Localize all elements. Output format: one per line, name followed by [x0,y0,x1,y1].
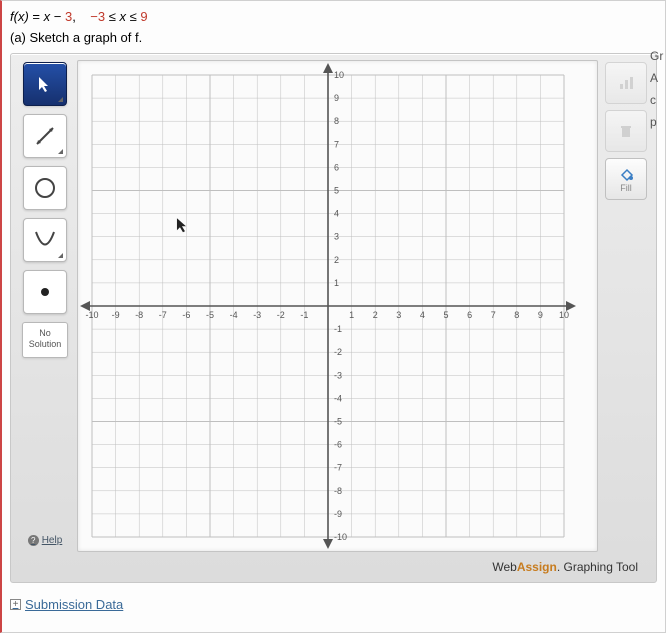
svg-text:8: 8 [514,310,519,320]
svg-text:9: 9 [334,93,339,103]
graph-button[interactable] [605,62,647,104]
circle-tool-button[interactable] [23,166,67,210]
svg-text:-8: -8 [334,486,342,496]
brand-label: WebAssign. Graphing Tool [17,552,650,576]
left-toolbar: No Solution ? Help [17,60,73,552]
svg-text:4: 4 [334,209,339,219]
svg-text:7: 7 [491,310,496,320]
equation: f(x) = x − 3, −3 ≤ x ≤ 9 [10,9,657,24]
svg-text:-10: -10 [85,310,98,320]
svg-text:-3: -3 [334,370,342,380]
svg-text:-10: -10 [334,532,347,542]
svg-text:-7: -7 [334,463,342,473]
svg-text:6: 6 [334,162,339,172]
graph-canvas[interactable]: -10 -9 -8 -7 -6 -5 -4 -3 -2 -1 1 2 3 4 5 6 7 8 9 10 -10 -9 -8 -… [77,60,598,552]
svg-text:4: 4 [420,310,425,320]
svg-text:-5: -5 [334,417,342,427]
trash-icon [618,123,634,139]
svg-text:3: 3 [396,310,401,320]
svg-text:6: 6 [467,310,472,320]
svg-text:-7: -7 [159,310,167,320]
dot-icon [38,285,52,299]
pointer-tool-button[interactable] [23,62,67,106]
svg-text:-5: -5 [206,310,214,320]
svg-text:7: 7 [334,139,339,149]
graph-icon [618,75,634,91]
svg-text:-6: -6 [334,440,342,450]
svg-text:3: 3 [334,232,339,242]
prompt-text: (a) Sketch a graph of f. [10,30,657,45]
no-solution-button[interactable]: No Solution [22,322,68,358]
svg-text:-6: -6 [182,310,190,320]
line-icon [33,124,57,148]
svg-text:1: 1 [349,310,354,320]
svg-text:-1: -1 [300,310,308,320]
line-tool-button[interactable] [23,114,67,158]
svg-text:2: 2 [334,255,339,265]
svg-text:1: 1 [334,278,339,288]
svg-text:-2: -2 [277,310,285,320]
submission-data-link[interactable]: + Submission Data [10,597,123,612]
parabola-icon [32,227,58,253]
help-link[interactable]: ? Help [28,527,63,550]
fx: f(x) [10,9,29,24]
svg-text:-1: -1 [334,324,342,334]
right-toolbar: Fill [602,60,650,552]
svg-text:-8: -8 [135,310,143,320]
fill-button[interactable]: Fill [605,158,647,200]
svg-text:8: 8 [334,116,339,126]
delete-button[interactable] [605,110,647,152]
svg-text:-4: -4 [334,393,342,403]
expand-icon: + [10,599,21,610]
svg-text:10: 10 [559,310,569,320]
svg-text:-4: -4 [230,310,238,320]
svg-text:5: 5 [443,310,448,320]
svg-text:-9: -9 [334,509,342,519]
svg-text:-3: -3 [253,310,261,320]
fill-icon [618,166,634,182]
graphing-tool: No Solution ? Help -10-9-8-7-6-5-4-3-2-1… [10,53,657,583]
circle-icon [32,175,58,201]
parabola-tool-button[interactable] [23,218,67,262]
help-icon: ? [28,535,39,546]
svg-text:9: 9 [538,310,543,320]
pointer-icon [36,75,54,93]
grid-svg: -10 -9 -8 -7 -6 -5 -4 -3 -2 -1 1 2 3 4 5 6 7 8 9 10 -10 -9 -8 -… [78,61,578,551]
point-tool-button[interactable] [23,270,67,314]
svg-text:2: 2 [373,310,378,320]
svg-text:5: 5 [334,186,339,196]
svg-text:-2: -2 [334,347,342,357]
svg-text:-9: -9 [112,310,120,320]
svg-text:10: 10 [334,70,344,80]
